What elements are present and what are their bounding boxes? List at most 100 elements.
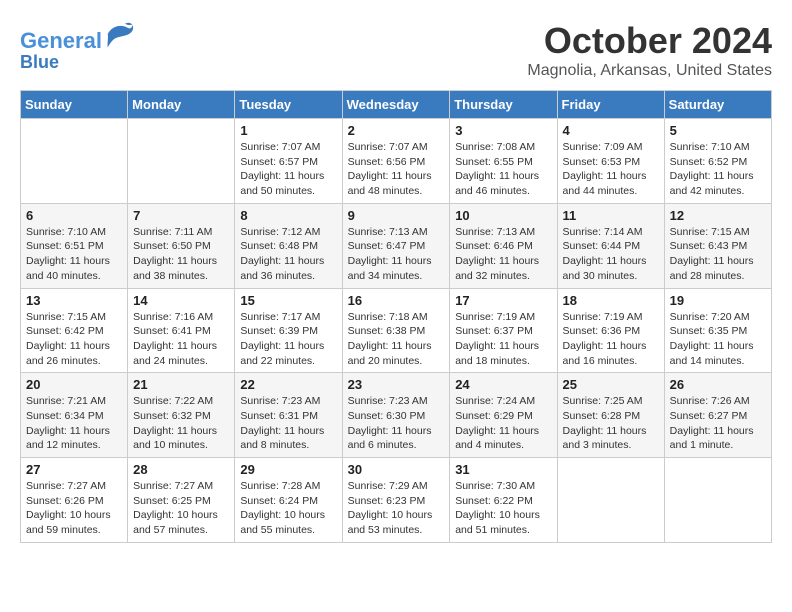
- column-header-friday: Friday: [557, 91, 664, 119]
- day-info: Sunrise: 7:22 AM Sunset: 6:32 PM Dayligh…: [133, 394, 229, 453]
- column-header-thursday: Thursday: [450, 91, 557, 119]
- day-number: 27: [26, 462, 122, 477]
- logo-bird-icon: [104, 20, 134, 48]
- day-number: 16: [348, 293, 445, 308]
- calendar-cell: [664, 458, 771, 543]
- day-info: Sunrise: 7:29 AM Sunset: 6:23 PM Dayligh…: [348, 479, 445, 538]
- calendar-cell: [21, 119, 128, 204]
- calendar-cell: 22 Sunrise: 7:23 AM Sunset: 6:31 PM Dayli…: [235, 373, 342, 458]
- day-info: Sunrise: 7:25 AM Sunset: 6:28 PM Dayligh…: [563, 394, 659, 453]
- day-info: Sunrise: 7:10 AM Sunset: 6:52 PM Dayligh…: [670, 140, 766, 199]
- calendar-cell: 30 Sunrise: 7:29 AM Sunset: 6:23 PM Dayli…: [342, 458, 450, 543]
- day-info: Sunrise: 7:13 AM Sunset: 6:46 PM Dayligh…: [455, 225, 551, 284]
- day-info: Sunrise: 7:26 AM Sunset: 6:27 PM Dayligh…: [670, 394, 766, 453]
- day-number: 4: [563, 123, 659, 138]
- day-info: Sunrise: 7:19 AM Sunset: 6:36 PM Dayligh…: [563, 310, 659, 369]
- day-info: Sunrise: 7:13 AM Sunset: 6:47 PM Dayligh…: [348, 225, 445, 284]
- calendar-cell: 15 Sunrise: 7:17 AM Sunset: 6:39 PM Dayli…: [235, 288, 342, 373]
- calendar-week-row: 20 Sunrise: 7:21 AM Sunset: 6:34 PM Dayli…: [21, 373, 772, 458]
- calendar-cell: 13Sunrise: 7:15 AM Sunset: 6:42 PM Dayli…: [21, 288, 128, 373]
- calendar-cell: 10Sunrise: 7:13 AM Sunset: 6:46 PM Dayli…: [450, 203, 557, 288]
- calendar-cell: 23Sunrise: 7:23 AM Sunset: 6:30 PM Dayli…: [342, 373, 450, 458]
- calendar-week-row: 27 Sunrise: 7:27 AM Sunset: 6:26 PM Dayli…: [21, 458, 772, 543]
- day-number: 1: [240, 123, 336, 138]
- day-number: 7: [133, 208, 229, 223]
- calendar-week-row: 6Sunrise: 7:10 AM Sunset: 6:51 PM Daylig…: [21, 203, 772, 288]
- page-header: General Blue October 2024 Magnolia, Arka…: [20, 20, 772, 80]
- calendar-cell: 1 Sunrise: 7:07 AM Sunset: 6:57 PM Daylig…: [235, 119, 342, 204]
- column-header-monday: Monday: [128, 91, 235, 119]
- calendar-week-row: 1 Sunrise: 7:07 AM Sunset: 6:57 PM Daylig…: [21, 119, 772, 204]
- calendar-cell: 20 Sunrise: 7:21 AM Sunset: 6:34 PM Dayli…: [21, 373, 128, 458]
- day-number: 29: [240, 462, 336, 477]
- day-number: 15: [240, 293, 336, 308]
- day-number: 14: [133, 293, 229, 308]
- day-number: 25: [563, 377, 659, 392]
- day-info: Sunrise: 7:15 AM Sunset: 6:43 PM Dayligh…: [670, 225, 766, 284]
- day-info: Sunrise: 7:08 AM Sunset: 6:55 PM Dayligh…: [455, 140, 551, 199]
- day-info: Sunrise: 7:19 AM Sunset: 6:37 PM Dayligh…: [455, 310, 551, 369]
- calendar-cell: 4 Sunrise: 7:09 AM Sunset: 6:53 PM Daylig…: [557, 119, 664, 204]
- day-info: Sunrise: 7:21 AM Sunset: 6:34 PM Dayligh…: [26, 394, 122, 453]
- calendar-cell: 17 Sunrise: 7:19 AM Sunset: 6:37 PM Dayli…: [450, 288, 557, 373]
- day-number: 13: [26, 293, 122, 308]
- day-number: 12: [670, 208, 766, 223]
- calendar-cell: 9 Sunrise: 7:13 AM Sunset: 6:47 PM Daylig…: [342, 203, 450, 288]
- day-info: Sunrise: 7:28 AM Sunset: 6:24 PM Dayligh…: [240, 479, 336, 538]
- day-number: 20: [26, 377, 122, 392]
- day-number: 8: [240, 208, 336, 223]
- logo-text: General: [20, 20, 134, 53]
- calendar-cell: 8 Sunrise: 7:12 AM Sunset: 6:48 PM Daylig…: [235, 203, 342, 288]
- day-info: Sunrise: 7:30 AM Sunset: 6:22 PM Dayligh…: [455, 479, 551, 538]
- day-number: 23: [348, 377, 445, 392]
- column-header-tuesday: Tuesday: [235, 91, 342, 119]
- calendar-cell: 31 Sunrise: 7:30 AM Sunset: 6:22 PM Dayli…: [450, 458, 557, 543]
- day-number: 9: [348, 208, 445, 223]
- calendar-cell: 27 Sunrise: 7:27 AM Sunset: 6:26 PM Dayli…: [21, 458, 128, 543]
- day-info: Sunrise: 7:14 AM Sunset: 6:44 PM Dayligh…: [563, 225, 659, 284]
- day-number: 26: [670, 377, 766, 392]
- day-info: Sunrise: 7:12 AM Sunset: 6:48 PM Dayligh…: [240, 225, 336, 284]
- day-number: 30: [348, 462, 445, 477]
- calendar-cell: 14Sunrise: 7:16 AM Sunset: 6:41 PM Dayli…: [128, 288, 235, 373]
- day-number: 22: [240, 377, 336, 392]
- day-info: Sunrise: 7:27 AM Sunset: 6:25 PM Dayligh…: [133, 479, 229, 538]
- day-info: Sunrise: 7:23 AM Sunset: 6:31 PM Dayligh…: [240, 394, 336, 453]
- day-info: Sunrise: 7:20 AM Sunset: 6:35 PM Dayligh…: [670, 310, 766, 369]
- calendar-table: SundayMondayTuesdayWednesdayThursdayFrid…: [20, 90, 772, 543]
- calendar-cell: 18 Sunrise: 7:19 AM Sunset: 6:36 PM Dayli…: [557, 288, 664, 373]
- calendar-cell: 29 Sunrise: 7:28 AM Sunset: 6:24 PM Dayli…: [235, 458, 342, 543]
- day-info: Sunrise: 7:10 AM Sunset: 6:51 PM Dayligh…: [26, 225, 122, 284]
- day-info: Sunrise: 7:24 AM Sunset: 6:29 PM Dayligh…: [455, 394, 551, 453]
- calendar-cell: 24Sunrise: 7:24 AM Sunset: 6:29 PM Dayli…: [450, 373, 557, 458]
- calendar-cell: 25 Sunrise: 7:25 AM Sunset: 6:28 PM Dayli…: [557, 373, 664, 458]
- calendar-cell: [557, 458, 664, 543]
- logo-text2: Blue: [20, 53, 134, 73]
- calendar-cell: 12 Sunrise: 7:15 AM Sunset: 6:43 PM Dayli…: [664, 203, 771, 288]
- day-number: 3: [455, 123, 551, 138]
- calendar-week-row: 13Sunrise: 7:15 AM Sunset: 6:42 PM Dayli…: [21, 288, 772, 373]
- day-number: 19: [670, 293, 766, 308]
- month-title: October 2024: [527, 20, 772, 62]
- calendar-cell: 28 Sunrise: 7:27 AM Sunset: 6:25 PM Dayli…: [128, 458, 235, 543]
- day-info: Sunrise: 7:09 AM Sunset: 6:53 PM Dayligh…: [563, 140, 659, 199]
- day-number: 31: [455, 462, 551, 477]
- calendar-cell: 7 Sunrise: 7:11 AM Sunset: 6:50 PM Daylig…: [128, 203, 235, 288]
- calendar-cell: 5 Sunrise: 7:10 AM Sunset: 6:52 PM Daylig…: [664, 119, 771, 204]
- day-number: 5: [670, 123, 766, 138]
- day-info: Sunrise: 7:07 AM Sunset: 6:57 PM Dayligh…: [240, 140, 336, 199]
- day-number: 28: [133, 462, 229, 477]
- day-number: 2: [348, 123, 445, 138]
- day-info: Sunrise: 7:11 AM Sunset: 6:50 PM Dayligh…: [133, 225, 229, 284]
- day-info: Sunrise: 7:27 AM Sunset: 6:26 PM Dayligh…: [26, 479, 122, 538]
- column-header-wednesday: Wednesday: [342, 91, 450, 119]
- day-number: 18: [563, 293, 659, 308]
- day-number: 17: [455, 293, 551, 308]
- calendar-cell: 6Sunrise: 7:10 AM Sunset: 6:51 PM Daylig…: [21, 203, 128, 288]
- day-number: 21: [133, 377, 229, 392]
- day-info: Sunrise: 7:17 AM Sunset: 6:39 PM Dayligh…: [240, 310, 336, 369]
- column-header-sunday: Sunday: [21, 91, 128, 119]
- day-info: Sunrise: 7:07 AM Sunset: 6:56 PM Dayligh…: [348, 140, 445, 199]
- calendar-cell: [128, 119, 235, 204]
- calendar-cell: 21 Sunrise: 7:22 AM Sunset: 6:32 PM Dayli…: [128, 373, 235, 458]
